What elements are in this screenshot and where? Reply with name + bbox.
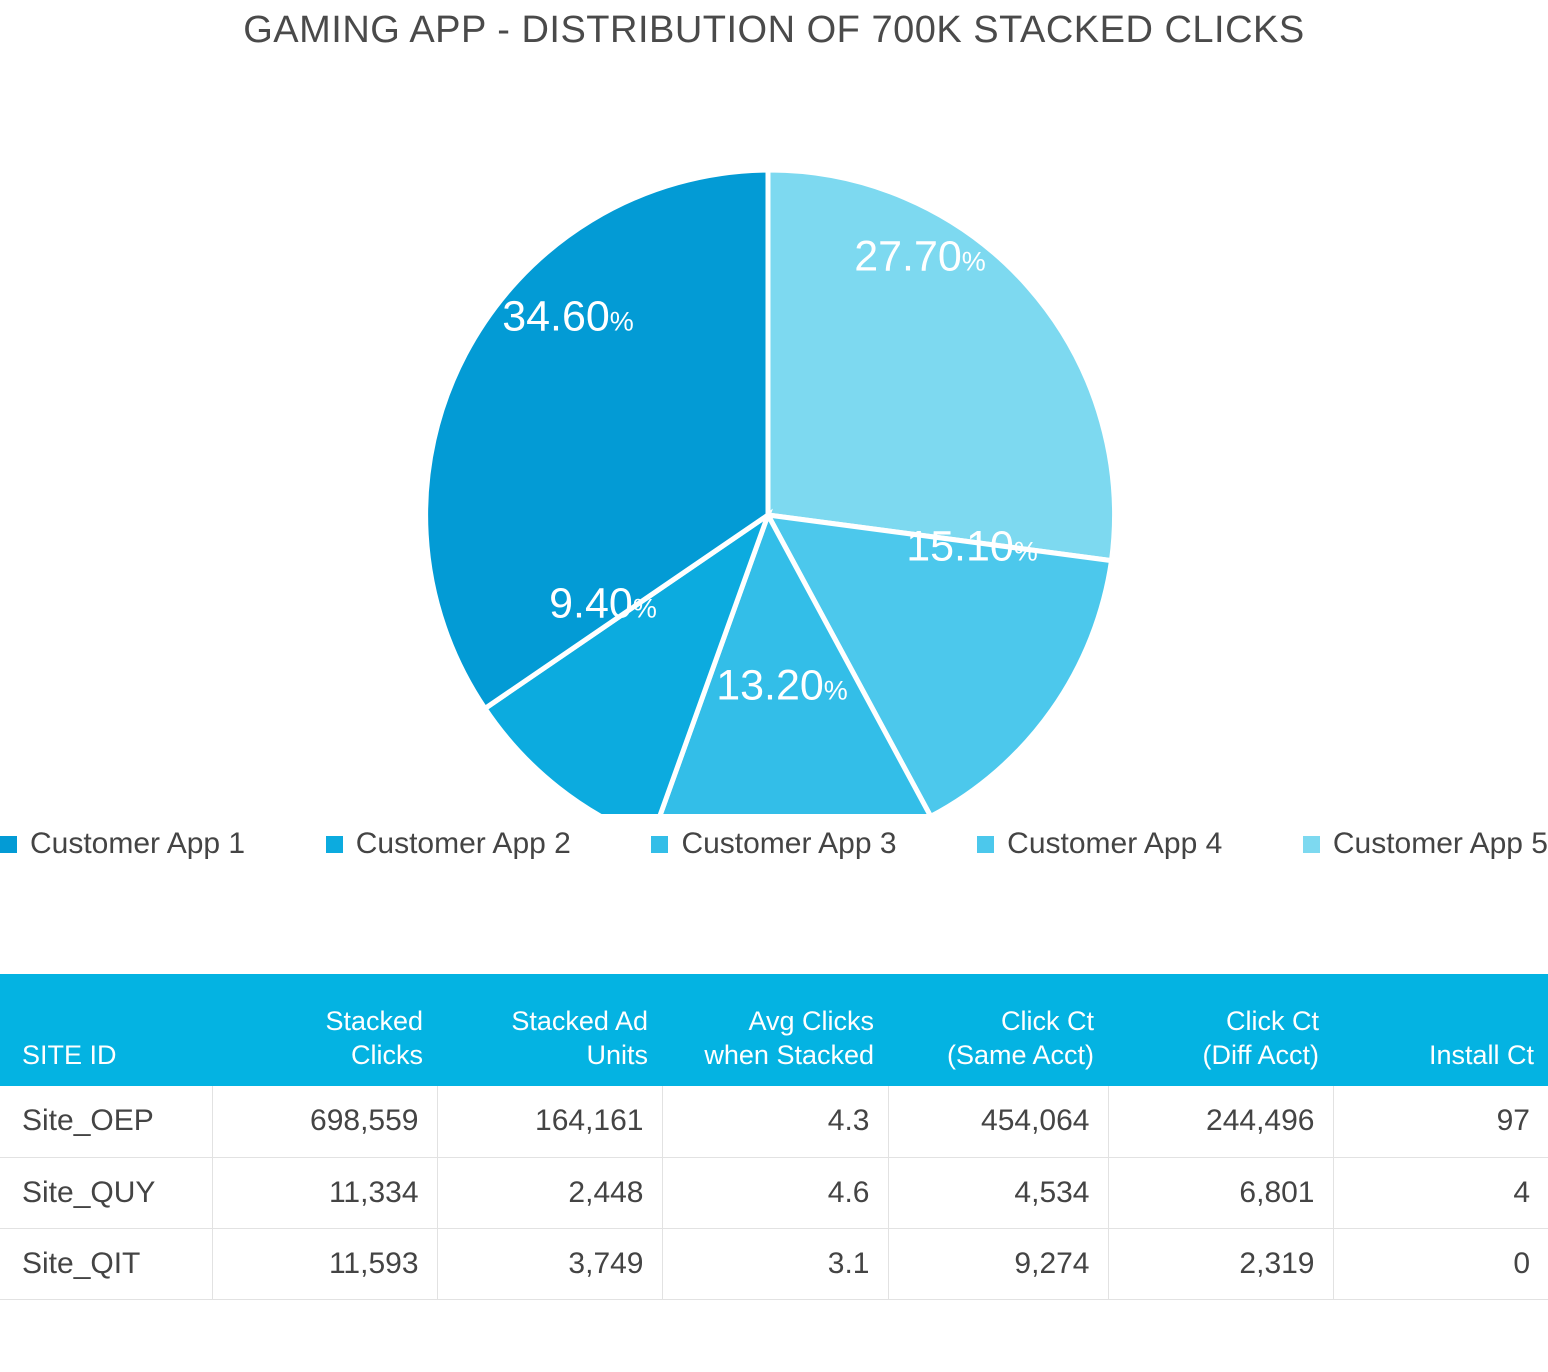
legend-swatch-icon xyxy=(977,835,995,853)
legend-item-customer-app-2[interactable]: Customer App 2 xyxy=(325,827,571,861)
legend-swatch-icon xyxy=(1302,835,1320,853)
cell-install-ct: 0 xyxy=(1333,1228,1548,1300)
cell-click-ct-diff-acct: 244,496 xyxy=(1108,1086,1334,1158)
pie-chart: 27.70% 15.10% 13.20% 9.40% 34.60% xyxy=(0,54,1548,814)
column-header-avg-clicks-when-stacked[interactable]: Avg Clicks when Stacked xyxy=(662,974,888,1086)
legend-swatch-icon xyxy=(651,835,669,853)
cell-stacked-ad-units: 164,161 xyxy=(437,1086,663,1158)
column-header-line2: when Stacked xyxy=(704,1040,874,1070)
column-header-line1: Stacked xyxy=(325,1006,423,1036)
column-header-line2: Install Ct xyxy=(1428,1040,1534,1070)
table-header-row: SITE ID Stacked Clicks Stacked Ad Units … xyxy=(0,974,1548,1086)
column-header-line1: Click Ct xyxy=(1226,1006,1319,1036)
column-header-click-ct-same-acct[interactable]: Click Ct (Same Acct) xyxy=(888,974,1108,1086)
column-header-site-id[interactable]: SITE ID xyxy=(0,974,212,1086)
cell-click-ct-same-acct: 454,064 xyxy=(888,1086,1109,1158)
column-header-line2: (Same Acct) xyxy=(946,1040,1094,1070)
column-header-stacked-clicks[interactable]: Stacked Clicks xyxy=(212,974,437,1086)
legend-swatch-icon xyxy=(325,835,343,853)
cell-site-id: Site_QUY xyxy=(0,1157,213,1229)
cell-stacked-ad-units: 3,749 xyxy=(437,1228,663,1300)
column-header-install-ct[interactable]: Install Ct xyxy=(1333,974,1548,1086)
legend-label: Customer App 1 xyxy=(30,827,246,860)
legend-item-customer-app-1[interactable]: Customer App 1 xyxy=(0,827,245,861)
site-metrics-table: SITE ID Stacked Clicks Stacked Ad Units … xyxy=(0,974,1548,1300)
column-header-line1: Stacked Ad xyxy=(511,1006,648,1036)
legend-label: Customer App 4 xyxy=(1007,827,1223,860)
cell-stacked-ad-units: 2,448 xyxy=(437,1157,663,1229)
legend-swatch-icon xyxy=(0,835,17,853)
legend-item-customer-app-4[interactable]: Customer App 4 xyxy=(977,827,1222,861)
cell-install-ct: 97 xyxy=(1333,1086,1548,1158)
cell-avg-clicks-when-stacked: 3.1 xyxy=(662,1228,889,1300)
cell-stacked-clicks: 11,593 xyxy=(212,1228,438,1300)
table-row[interactable]: Site_QUY 11,334 2,448 4.6 4,534 6,801 4 xyxy=(0,1157,1548,1229)
cell-avg-clicks-when-stacked: 4.6 xyxy=(662,1157,889,1229)
data-table-container: SITE ID Stacked Clicks Stacked Ad Units … xyxy=(0,974,1548,1300)
legend-item-customer-app-5[interactable]: Customer App 5 xyxy=(1302,827,1548,861)
cell-site-id: Site_QIT xyxy=(0,1228,213,1300)
table-row[interactable]: Site_QIT 11,593 3,749 3.1 9,274 2,319 0 xyxy=(0,1228,1548,1300)
column-header-line2: SITE ID xyxy=(22,1040,117,1070)
cell-site-id: Site_OEP xyxy=(0,1086,213,1158)
pie-slices xyxy=(423,167,1118,814)
cell-click-ct-diff-acct: 6,801 xyxy=(1108,1157,1334,1229)
column-header-line2: Clicks xyxy=(351,1040,423,1070)
column-header-line2: Units xyxy=(586,1040,648,1070)
legend-label: Customer App 3 xyxy=(681,827,897,860)
cell-click-ct-same-acct: 9,274 xyxy=(888,1228,1109,1300)
cell-stacked-clicks: 698,559 xyxy=(212,1086,438,1158)
column-header-line1: Click Ct xyxy=(1001,1006,1094,1036)
cell-install-ct: 4 xyxy=(1333,1157,1548,1229)
legend-label: Customer App 5 xyxy=(1332,827,1548,860)
table-body: Site_OEP 698,559 164,161 4.3 454,064 244… xyxy=(0,1086,1548,1300)
page-title: GAMING APP - DISTRIBUTION OF 700K STACKE… xyxy=(243,9,1305,51)
column-header-click-ct-diff-acct[interactable]: Click Ct (Diff Acct) xyxy=(1108,974,1333,1086)
cell-avg-clicks-when-stacked: 4.3 xyxy=(662,1086,889,1158)
column-header-line1: Avg Clicks xyxy=(748,1006,874,1036)
cell-click-ct-same-acct: 4,534 xyxy=(888,1157,1109,1229)
column-header-line2: (Diff Acct) xyxy=(1202,1040,1319,1070)
pie-slice-customer-app-5[interactable] xyxy=(765,167,1118,564)
legend-label: Customer App 2 xyxy=(355,827,571,860)
table-row[interactable]: Site_OEP 698,559 164,161 4.3 454,064 244… xyxy=(0,1086,1548,1158)
legend-item-customer-app-3[interactable]: Customer App 3 xyxy=(651,827,897,861)
cell-stacked-clicks: 11,334 xyxy=(212,1157,438,1229)
column-header-stacked-ad-units[interactable]: Stacked Ad Units xyxy=(437,974,662,1086)
table-header: SITE ID Stacked Clicks Stacked Ad Units … xyxy=(0,974,1548,1086)
cell-click-ct-diff-acct: 2,319 xyxy=(1108,1228,1334,1300)
pie-chart-svg xyxy=(423,167,1118,814)
chart-legend: Customer App 1 Customer App 2 Customer A… xyxy=(0,814,1548,874)
